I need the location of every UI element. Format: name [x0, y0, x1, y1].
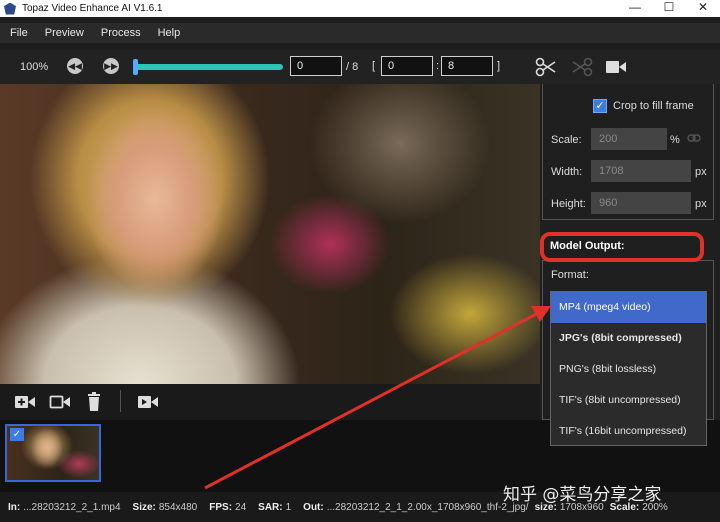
format-option[interactable]: TIF's (16bit uncompressed): [551, 416, 706, 447]
status-sar: 1: [285, 501, 292, 513]
model-output-label: Model Output:: [550, 240, 625, 252]
skip-forward-icon[interactable]: ▶▶: [103, 58, 119, 74]
timeline-handle[interactable]: [133, 59, 138, 75]
scissors-icon[interactable]: [535, 57, 557, 77]
status-size: 854x480: [158, 501, 198, 513]
skip-back-icon[interactable]: ◀◀: [67, 58, 83, 74]
title-bar: Topaz Video Enhance AI V1.6.1 — ☐ ✕: [0, 0, 720, 17]
window-controls: — ☐ ✕: [618, 0, 720, 17]
clip-controls: [0, 384, 540, 420]
frame-total: / 8: [346, 61, 359, 73]
current-frame-field[interactable]: 0: [290, 56, 342, 76]
format-option[interactable]: TIF's (8bit uncompressed): [551, 385, 706, 416]
crop-checkbox[interactable]: ✓: [593, 99, 607, 113]
app-logo-icon: [4, 2, 16, 15]
format-dropdown[interactable]: MP4 (mpeg4 video) JPG's (8bit compressed)…: [550, 291, 707, 446]
format-option[interactable]: PNG's (8bit lossless): [551, 354, 706, 385]
menu-file[interactable]: File: [10, 27, 28, 39]
scale-label: Scale:: [551, 134, 582, 146]
trash-icon[interactable]: [86, 392, 102, 412]
video-icon[interactable]: [49, 393, 71, 411]
minimize-button[interactable]: —: [618, 0, 652, 17]
model-output-highlight: Model Output:: [540, 232, 704, 262]
export-video-icon[interactable]: [137, 393, 159, 411]
range-close-bracket: ]: [497, 60, 501, 72]
range-end-field[interactable]: 8: [441, 56, 493, 76]
format-label: Format:: [551, 269, 589, 281]
format-option[interactable]: JPG's (8bit compressed): [551, 323, 706, 354]
close-button[interactable]: ✕: [686, 0, 720, 17]
status-input-group: In: ...28203212_2_1.mp4: [8, 502, 121, 513]
format-option[interactable]: MP4 (mpeg4 video): [551, 292, 706, 323]
height-unit: px: [695, 198, 707, 210]
height-label: Height:: [551, 198, 586, 210]
scale-input[interactable]: 200: [591, 128, 667, 150]
add-video-icon[interactable]: [14, 393, 36, 411]
width-input[interactable]: 1708: [591, 160, 691, 182]
link-icon[interactable]: [687, 132, 701, 144]
status-size-label: Size:: [132, 501, 156, 513]
height-input[interactable]: 960: [591, 192, 691, 214]
width-label: Width:: [551, 166, 583, 178]
range-open-bracket: [: [372, 60, 376, 72]
range-separator: :: [436, 60, 440, 72]
status-fps-label: FPS:: [209, 501, 233, 513]
maximize-button[interactable]: ☐: [652, 0, 686, 17]
status-in-file: ...28203212_2_1.mp4: [23, 501, 121, 513]
menu-help[interactable]: Help: [158, 27, 181, 39]
unscissors-icon[interactable]: [571, 57, 593, 77]
status-out-label: Out:: [303, 501, 324, 513]
timeline-slider[interactable]: [133, 59, 283, 75]
zoom-level[interactable]: 100%: [20, 61, 48, 73]
status-output-group: Out: ...28203212_2_1_2.00x_1708x960_thf-2…: [303, 502, 528, 513]
thumbnail-checkbox[interactable]: ✓: [10, 428, 24, 441]
status-in-label: In:: [8, 501, 21, 513]
watermark: 知乎 @菜鸟分享之家: [503, 485, 662, 505]
status-size-group: Size: 854x480: [133, 502, 198, 513]
output-size-group: ✓ Crop to fill frame Scale: 200 % Width:…: [542, 84, 714, 220]
video-preview[interactable]: [0, 84, 540, 384]
status-sar-group: SAR: 1: [258, 502, 291, 513]
toolbar-divider: [120, 390, 121, 412]
scale-unit: %: [670, 134, 680, 146]
menu-bar: File Preview Process Help: [0, 23, 720, 43]
clip-thumbnail[interactable]: ✓: [5, 424, 101, 482]
status-fps-group: FPS: 24: [209, 502, 246, 513]
menu-process[interactable]: Process: [101, 27, 141, 39]
width-unit: px: [695, 166, 707, 178]
status-fps: 24: [235, 501, 247, 513]
video-camera-icon[interactable]: [605, 58, 627, 76]
status-sar-label: SAR:: [258, 501, 283, 513]
toolbar: 100% ◀◀ ▶▶ 0 / 8 [ 0 : 8 ]: [0, 50, 720, 84]
window-title: Topaz Video Enhance AI V1.6.1: [22, 3, 163, 14]
crop-label: Crop to fill frame: [613, 100, 694, 112]
menu-preview[interactable]: Preview: [45, 27, 84, 39]
range-start-field[interactable]: 0: [381, 56, 433, 76]
status-out-file: ...28203212_2_1_2.00x_1708x960_thf-2_jpg…: [326, 501, 529, 513]
